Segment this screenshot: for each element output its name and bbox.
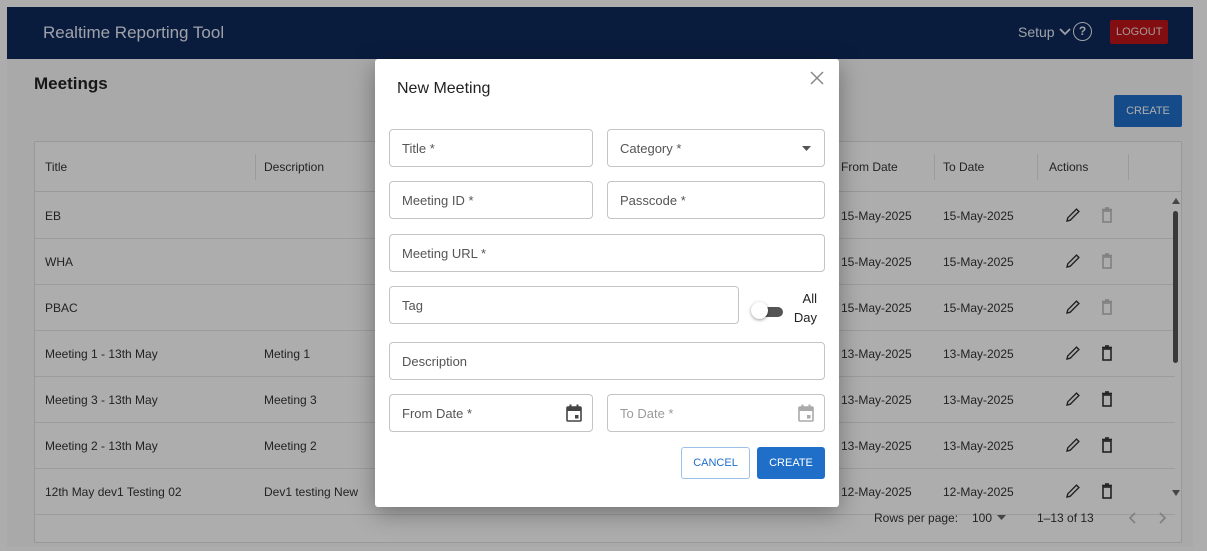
all-day-label: All Day <box>793 289 817 327</box>
all-day-label-line1: All <box>802 291 817 306</box>
from-date-field-label: From Date * <box>402 406 473 421</box>
calendar-icon[interactable] <box>566 404 582 422</box>
dialog-title: New Meeting <box>397 80 491 97</box>
toggle-knob <box>751 302 768 319</box>
all-day-label-line2: Day <box>793 310 817 325</box>
from-date-field[interactable]: From Date * <box>389 394 593 432</box>
passcode-field[interactable]: Passcode * <box>607 181 825 219</box>
category-select[interactable]: Category * <box>607 129 825 167</box>
category-select-label: Category * <box>620 141 682 156</box>
title-field[interactable]: Title * <box>389 129 593 167</box>
meeting-id-field[interactable]: Meeting ID * <box>389 181 593 219</box>
tag-field-label: Tag <box>402 298 423 313</box>
new-meeting-dialog: New Meeting Title * Category * Meeting I… <box>375 59 839 507</box>
title-field-label: Title * <box>402 141 435 156</box>
meeting-id-field-label: Meeting ID * <box>402 193 474 208</box>
meeting-url-field-label: Meeting URL * <box>402 246 487 261</box>
close-icon[interactable] <box>806 67 828 89</box>
tag-field[interactable]: Tag <box>389 286 739 324</box>
passcode-field-label: Passcode * <box>620 193 686 208</box>
description-field[interactable]: Description <box>389 342 825 380</box>
description-field-label: Description <box>402 354 468 369</box>
calendar-icon[interactable] <box>798 404 814 422</box>
caret-down-icon <box>802 146 811 151</box>
all-day-toggle[interactable] <box>751 302 785 319</box>
to-date-field[interactable]: To Date * <box>607 394 825 432</box>
create-button[interactable]: CREATE <box>757 447 825 479</box>
cancel-button[interactable]: CANCEL <box>681 447 750 479</box>
meeting-url-field[interactable]: Meeting URL * <box>389 234 825 272</box>
to-date-field-label: To Date * <box>620 406 674 421</box>
